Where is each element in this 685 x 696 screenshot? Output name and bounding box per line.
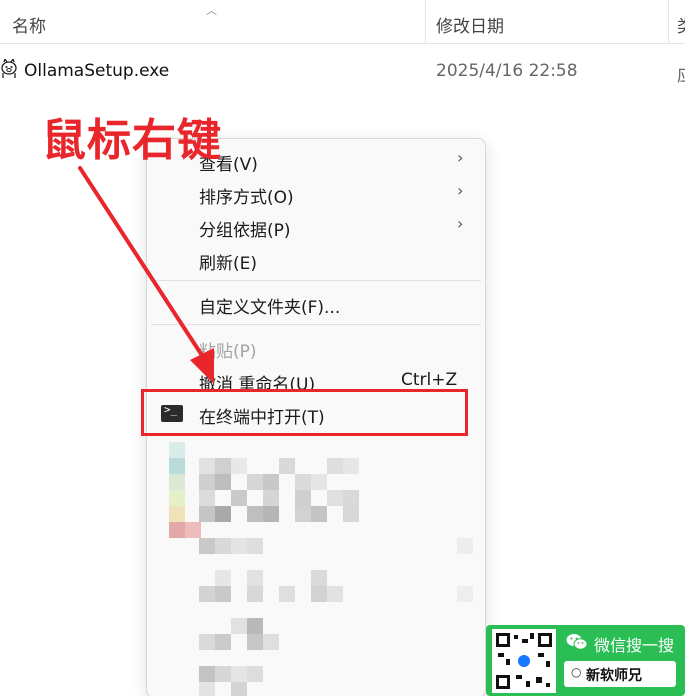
search-box[interactable]: ○ 新软师兄: [564, 661, 676, 687]
wechat-search-label: 微信搜一搜: [594, 636, 675, 655]
column-divider[interactable]: [425, 0, 426, 44]
menu-separator: [151, 280, 481, 281]
column-name-header[interactable]: 名称: [12, 12, 46, 37]
file-name: OllamaSetup.exe: [24, 61, 170, 81]
menu-item-shortcut: Ctrl+Z: [401, 370, 458, 390]
column-date-header[interactable]: 修改日期: [436, 12, 504, 37]
menu-item-refresh[interactable]: 刷新(E): [147, 243, 485, 275]
highlight-box: [141, 389, 468, 436]
annotation-text: 鼠标右键: [42, 115, 222, 166]
menu-item-customize-folder[interactable]: 自定义文件夹(F)...: [147, 287, 485, 319]
menu-separator: [151, 324, 481, 325]
file-row[interactable]: OllamaSetup.exe 2025/4/16 22:58 应: [0, 55, 685, 87]
llama-app-icon: [1, 59, 17, 78]
column-header: 名称 ︿ 修改日期 类: [0, 0, 685, 44]
qr-code: [492, 629, 556, 693]
menu-item-sort-by[interactable]: 排序方式(O) ›: [147, 177, 485, 209]
menu-item-label: 排序方式(O): [199, 188, 294, 208]
wechat-search-badge[interactable]: 微信搜一搜 ○ 新软师兄: [486, 625, 685, 696]
search-keyword: 新软师兄: [586, 668, 642, 684]
chevron-right-icon: ›: [457, 181, 464, 200]
chevron-right-icon: ›: [457, 214, 464, 233]
search-icon: ○: [571, 665, 582, 679]
menu-item-label: 刷新(E): [199, 254, 258, 274]
menu-item-label: 粘贴(P): [199, 342, 257, 362]
column-type-header[interactable]: 类: [677, 12, 685, 37]
file-modified-date: 2025/4/16 22:58: [436, 61, 578, 81]
menu-item-label: 分组依据(P): [199, 221, 291, 241]
file-type: 应: [677, 61, 685, 86]
menu-item-paste: 粘贴(P): [147, 331, 485, 363]
column-divider[interactable]: [668, 0, 669, 44]
mini-program-logo-icon: [516, 653, 532, 669]
menu-item-group-by[interactable]: 分组依据(P) ›: [147, 210, 485, 242]
menu-item-label: 自定义文件夹(F)...: [199, 298, 341, 318]
pixelated-menu-items: [147, 434, 485, 696]
sort-ascending-icon: ︿: [206, 4, 217, 17]
chevron-right-icon: ›: [457, 148, 464, 167]
wechat-icon: [566, 634, 588, 650]
